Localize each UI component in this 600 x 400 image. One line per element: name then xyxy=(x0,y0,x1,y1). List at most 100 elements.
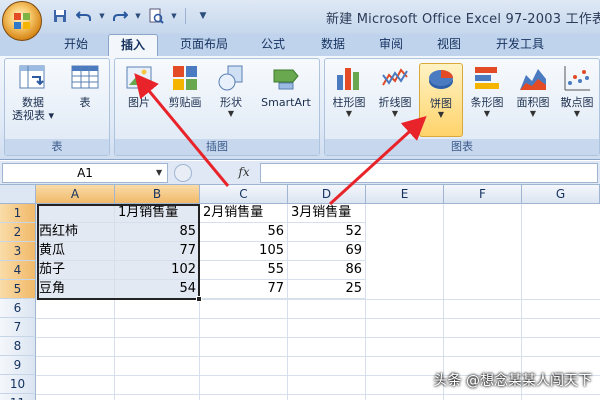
insert-function-button[interactable]: fx xyxy=(232,163,256,183)
tab-view[interactable]: 视图 xyxy=(424,34,474,56)
row-header-2[interactable]: 2 xyxy=(0,223,36,242)
smartart-button[interactable]: SmartArt xyxy=(255,63,317,109)
name-box[interactable]: A1 xyxy=(2,163,168,183)
cell-d2[interactable]: 52 xyxy=(288,223,366,242)
cell-a3[interactable]: 黄瓜 xyxy=(36,242,115,261)
customize-icon[interactable]: ▼ xyxy=(193,7,213,25)
line-chart-dropdown-icon: ▼ xyxy=(391,109,399,118)
cell-d3[interactable]: 69 xyxy=(288,242,366,261)
column-chart-label: 柱形图 xyxy=(332,96,366,109)
row-header-10[interactable]: 10 xyxy=(0,375,36,394)
tab-insert[interactable]: 插入 xyxy=(108,34,158,56)
cell-a4[interactable]: 茄子 xyxy=(36,261,115,280)
cell-b1[interactable]: 1月销售量 xyxy=(115,204,200,223)
formula-bar-handle[interactable] xyxy=(174,164,192,182)
scatter-chart-icon xyxy=(562,63,592,93)
pie-chart-dropdown-icon: ▼ xyxy=(437,110,445,119)
cell-c5[interactable]: 77 xyxy=(200,280,288,299)
cell-a2[interactable]: 西红柿 xyxy=(36,223,115,242)
ribbon: 数据 透视表 ▾ 表 表 图片 剪贴画 形状 ▼ SmartArt 插图 柱形图… xyxy=(0,56,600,160)
cell-b5[interactable]: 54 xyxy=(115,280,200,299)
tab-home[interactable]: 开始 xyxy=(52,34,100,56)
cell-c4[interactable]: 55 xyxy=(200,261,288,280)
shapes-button[interactable]: 形状 ▼ xyxy=(209,63,253,119)
cell-b3[interactable]: 77 xyxy=(115,242,200,261)
pivot-table-icon xyxy=(18,63,48,93)
scatter-chart-button[interactable]: 散点图 ▼ xyxy=(555,63,599,119)
row-header-11[interactable]: 11 xyxy=(0,394,36,400)
tab-formulas[interactable]: 公式 xyxy=(248,34,298,56)
save-icon[interactable] xyxy=(50,7,70,25)
pie-chart-icon xyxy=(426,64,456,94)
cell-a5[interactable]: 豆角 xyxy=(36,280,115,299)
formula-input[interactable] xyxy=(260,163,598,183)
tab-developer[interactable]: 开发工具 xyxy=(482,34,558,56)
group-label-charts: 图表 xyxy=(325,139,599,155)
chevron-down-icon[interactable]: ▼ xyxy=(98,7,106,25)
clipart-button[interactable]: 剪贴画 xyxy=(163,63,207,109)
bar-chart-icon xyxy=(472,63,502,93)
ribbon-tabs: 开始 插入 页面布局 公式 数据 审阅 视图 开发工具 xyxy=(0,34,600,56)
row-header-3[interactable]: 3 xyxy=(0,242,36,261)
table-button[interactable]: 表 xyxy=(59,63,111,109)
smartart-label: SmartArt xyxy=(261,96,311,109)
column-header-g[interactable]: G xyxy=(522,185,600,204)
picture-icon xyxy=(124,63,154,93)
cell-d4[interactable]: 86 xyxy=(288,261,366,280)
group-charts: 柱形图 ▼ 折线图 ▼ 饼图 ▼ 条形图 ▼ 面积图 ▼ 散点图 ▼ 图表 xyxy=(324,58,600,156)
cell-d1[interactable]: 3月销售量 xyxy=(288,204,366,223)
tab-page-layout[interactable]: 页面布局 xyxy=(168,34,240,56)
cell-c3[interactable]: 105 xyxy=(200,242,288,261)
column-header-f[interactable]: F xyxy=(444,185,522,204)
row-header-1[interactable]: 1 xyxy=(0,204,36,223)
row-header-7[interactable]: 7 xyxy=(0,318,36,337)
column-chart-button[interactable]: 柱形图 ▼ xyxy=(327,63,371,119)
column-header-b[interactable]: B xyxy=(115,185,200,204)
row-header-9[interactable]: 9 xyxy=(0,356,36,375)
picture-button[interactable]: 图片 xyxy=(117,63,161,109)
tab-review[interactable]: 审阅 xyxy=(366,34,416,56)
area-chart-dropdown-icon: ▼ xyxy=(529,109,537,118)
redo-icon[interactable] xyxy=(110,7,130,25)
pie-chart-button[interactable]: 饼图 ▼ xyxy=(419,63,463,137)
column-header-a[interactable]: A xyxy=(36,185,115,204)
smartart-icon xyxy=(271,63,301,93)
row-header-4[interactable]: 4 xyxy=(0,261,36,280)
tab-data[interactable]: 数据 xyxy=(308,34,358,56)
column-header-e[interactable]: E xyxy=(366,185,444,204)
scatter-chart-label: 散点图 xyxy=(560,96,594,109)
undo-icon[interactable] xyxy=(74,7,94,25)
cell-b2[interactable]: 85 xyxy=(115,223,200,242)
line-chart-label: 折线图 xyxy=(378,96,412,109)
column-header-c[interactable]: C xyxy=(200,185,288,204)
cell-d5[interactable]: 25 xyxy=(288,280,366,299)
formula-bar: A1 ▼ fx xyxy=(0,161,600,185)
column-chart-icon xyxy=(334,63,364,93)
row-header-8[interactable]: 8 xyxy=(0,337,36,356)
bar-chart-button[interactable]: 条形图 ▼ xyxy=(465,63,509,119)
chevron-down-icon[interactable]: ▼ xyxy=(156,168,162,177)
office-button[interactable] xyxy=(2,1,42,41)
column-chart-dropdown-icon: ▼ xyxy=(345,109,353,118)
scatter-chart-dropdown-icon: ▼ xyxy=(573,109,581,118)
pivot-table-button[interactable]: 数据 透视表 ▾ xyxy=(7,63,59,122)
select-all-corner[interactable] xyxy=(0,185,36,204)
fill-handle[interactable] xyxy=(196,296,202,302)
bar-chart-dropdown-icon: ▼ xyxy=(483,109,491,118)
row-header-6[interactable]: 6 xyxy=(0,299,36,318)
cell-c1[interactable]: 2月销售量 xyxy=(200,204,288,223)
line-chart-button[interactable]: 折线图 ▼ xyxy=(373,63,417,119)
spreadsheet-grid: A B C D E F G 1 2 3 4 5 6 7 8 9 10 11 1月… xyxy=(0,185,600,400)
window-title: 新建 Microsoft Office Excel 97-2003 工作表.x xyxy=(326,12,600,27)
print-preview-icon[interactable] xyxy=(146,7,166,25)
area-chart-button[interactable]: 面积图 ▼ xyxy=(511,63,555,119)
cell-a1[interactable] xyxy=(36,204,115,223)
column-header-d[interactable]: D xyxy=(288,185,366,204)
table-label: 表 xyxy=(79,96,91,109)
cell-c2[interactable]: 56 xyxy=(200,223,288,242)
chevron-down-icon[interactable]: ▼ xyxy=(170,7,178,25)
cell-b4[interactable]: 102 xyxy=(115,261,200,280)
row-header-5[interactable]: 5 xyxy=(0,280,36,299)
chevron-down-icon[interactable]: ▼ xyxy=(134,7,142,25)
group-label-illustrations: 插图 xyxy=(115,139,319,155)
